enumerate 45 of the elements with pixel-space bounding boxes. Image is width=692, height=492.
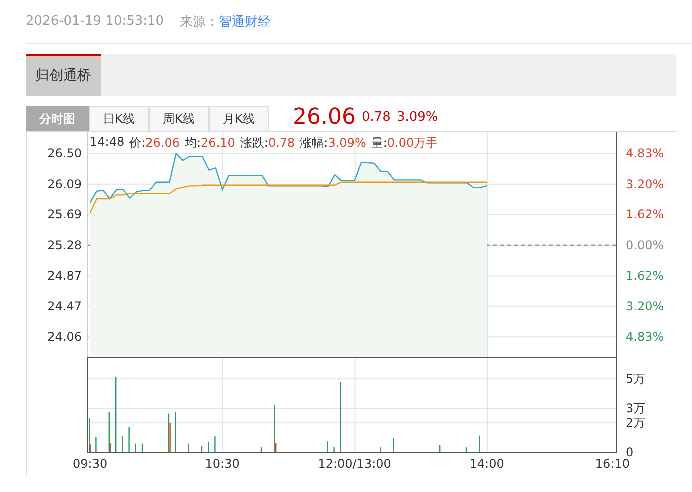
axis-label: 09:30 (73, 457, 108, 471)
chart-tab[interactable]: 周K线 (149, 106, 209, 131)
axis-label: 12:00/13:00 (318, 457, 392, 471)
percent-label: 4.83% (626, 330, 664, 344)
axis-label: 0 (626, 446, 634, 460)
info-label: 价: (130, 136, 146, 150)
line-series (90, 153, 488, 204)
axis-label: 2万 (626, 416, 646, 430)
percent-label: 1.62% (626, 269, 664, 284)
info-label: 涨跌: (240, 136, 268, 150)
percent-label: 4.83% (626, 146, 664, 161)
percent-label: 1.62% (626, 208, 664, 222)
info-value: 3.09% (328, 136, 366, 150)
info-label: 涨幅: (300, 136, 328, 150)
info-label: 量: (371, 136, 388, 150)
chart-tab[interactable]: 月K线 (209, 106, 269, 131)
line-series (90, 182, 488, 214)
axis-label: 3万 (626, 401, 646, 416)
axis-label: 24.47 (48, 299, 82, 314)
axis-label: 25.28 (48, 238, 82, 252)
axis-label: 24.87 (48, 269, 82, 284)
source-label: 来源： (180, 14, 220, 30)
price-value: 26.06 (293, 105, 356, 131)
axis-label: 26.50 (48, 146, 82, 161)
info-value: 0.00万手 (387, 136, 438, 150)
percent-label: 3.20% (626, 299, 664, 314)
axis-label: 16:10 (595, 457, 630, 471)
stock-tab[interactable]: 归创通桥 (26, 54, 101, 96)
axis-label: 14:00 (470, 457, 504, 471)
change-percent: 3.09% (396, 109, 438, 127)
info-value: 0.78 (268, 136, 296, 150)
axis-label: 25.69 (48, 208, 82, 222)
chart-tab[interactable]: 日K线 (89, 106, 149, 131)
change-value: 0.78 (362, 109, 391, 127)
percent-label: 0.00% (626, 238, 664, 252)
axis-label: 26.09 (48, 177, 82, 192)
info-value: 26.06 (146, 136, 180, 150)
axis-label: 10:30 (205, 457, 240, 471)
axis-label: 24.06 (48, 330, 82, 344)
info-value: 26.10 (201, 136, 236, 150)
axis-label: 5万 (626, 372, 646, 386)
info-label: 14:48 (90, 135, 125, 149)
date-time: 2026-01-19 10:53:10 (26, 14, 164, 29)
percent-label: 3.20% (626, 177, 664, 192)
info-label: 均: (185, 136, 202, 150)
